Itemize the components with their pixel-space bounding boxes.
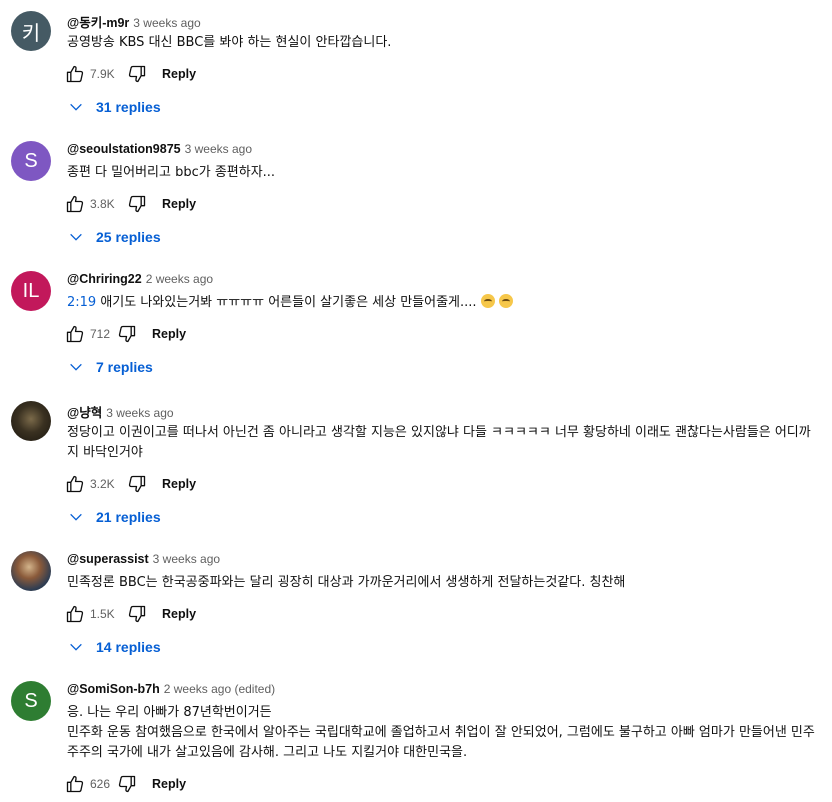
pleading-face-emoji (498, 294, 513, 308)
comment: S @seoulstation9875 3 weeks ago 종편 다 밀어버리… (0, 130, 832, 260)
reply-button[interactable]: Reply (152, 327, 186, 341)
comment-text: 공영방송 KBS 대신 BBC를 봐야 하는 현실이 안타깝습니다. (67, 35, 392, 50)
chevron-down-icon (70, 513, 82, 521)
reply-button[interactable]: Reply (162, 197, 196, 211)
pleading-face-emoji (480, 294, 495, 308)
reply-button[interactable]: Reply (152, 777, 186, 791)
avatar[interactable] (11, 551, 51, 591)
like-icon[interactable] (64, 323, 86, 345)
reply-button[interactable]: Reply (162, 607, 196, 621)
comment-time[interactable]: 2 weeks ago (edited) (164, 682, 275, 696)
replies-count-label: 21 replies (96, 509, 161, 525)
view-replies-button[interactable]: 14 replies (68, 636, 161, 658)
comment-author[interactable]: @동키-m9r (67, 16, 129, 30)
comment-header: @superassist 3 weeks ago (67, 552, 220, 566)
comment-actions: 7.9K Reply (64, 62, 196, 86)
view-replies-button[interactable]: 21 replies (68, 506, 161, 528)
like-icon[interactable] (64, 63, 86, 85)
comment-actions: 626 Reply (64, 772, 186, 796)
comment-time[interactable]: 3 weeks ago (153, 552, 220, 566)
like-icon[interactable] (64, 773, 86, 795)
like-icon[interactable] (64, 603, 86, 625)
comment-text: 민족정론 BBC는 한국공중파와는 달리 굉장히 대상과 가까운거리에서 생생하… (67, 575, 626, 590)
comment-author[interactable]: @냥혁 (67, 406, 102, 420)
reply-button[interactable]: Reply (162, 67, 196, 81)
comment-header: @seoulstation9875 3 weeks ago (67, 142, 252, 156)
comment-actions: 1.5K Reply (64, 602, 196, 626)
comment-text: 2:19 애기도 나와있는거봐 ㅠㅠㅠㅠ 어른들이 살기좋은 세상 만들어줄게.… (67, 293, 822, 313)
chevron-down-icon (70, 643, 82, 651)
comment-text: 정당이고 이권이고를 떠나서 아닌건 좀 아니라고 생각할 지능은 있지않냐 다… (67, 425, 811, 460)
comment-header: @SomiSon-b7h 2 weeks ago (edited) (67, 682, 275, 696)
timestamp-link[interactable]: 2:19 (67, 295, 96, 310)
comment-text: 응. 나는 우리 아빠가 87년학번이거든 민주화 운동 참여했음으로 한국에서… (67, 705, 815, 760)
comment-header: @Chriring22 2 weeks ago (67, 272, 213, 286)
chevron-down-icon (70, 233, 82, 241)
comment-author[interactable]: @superassist (67, 552, 149, 566)
view-replies-button[interactable]: 31 replies (68, 96, 161, 118)
comment-author[interactable]: @SomiSon-b7h (67, 682, 160, 696)
avatar[interactable]: S (11, 681, 51, 721)
comment-actions: 3.2K Reply (64, 472, 196, 496)
like-icon[interactable] (64, 193, 86, 215)
avatar[interactable] (11, 401, 51, 441)
comment-actions: 3.8K Reply (64, 192, 196, 216)
dislike-icon[interactable] (116, 773, 138, 795)
comment-header: @동키-m9r 3 weeks ago (67, 12, 201, 31)
like-count: 626 (90, 777, 111, 791)
like-count: 7.9K (90, 67, 115, 81)
comment-time[interactable]: 3 weeks ago (106, 406, 173, 420)
like-count: 3.2K (90, 477, 115, 491)
chevron-down-icon (70, 103, 82, 111)
comment-author[interactable]: @seoulstation9875 (67, 142, 181, 156)
comment-time[interactable]: 2 weeks ago (146, 272, 213, 286)
dislike-icon[interactable] (126, 603, 148, 625)
comment: S @SomiSon-b7h 2 weeks ago (edited) 응. 나는… (0, 670, 832, 800)
dislike-icon[interactable] (126, 473, 148, 495)
view-replies-button[interactable]: 25 replies (68, 226, 161, 248)
comment: IL @Chriring22 2 weeks ago 2:19 애기도 나와있는거… (0, 260, 832, 390)
avatar[interactable]: 키 (11, 11, 51, 51)
comment: @superassist 3 weeks ago 민족정론 BBC는 한국공중파와… (0, 540, 832, 670)
like-count: 3.8K (90, 197, 115, 211)
like-count: 712 (90, 327, 111, 341)
like-count: 1.5K (90, 607, 115, 621)
replies-count-label: 14 replies (96, 639, 161, 655)
comment-header: @냥혁 3 weeks ago (67, 402, 174, 421)
comment-text-body: 애기도 나와있는거봐 ㅠㅠㅠㅠ 어른들이 살기좋은 세상 만들어줄게.... (96, 295, 477, 310)
avatar[interactable]: IL (11, 271, 51, 311)
like-icon[interactable] (64, 473, 86, 495)
comment-text: 종편 다 밀어버리고 bbc가 종편하자... (67, 165, 276, 180)
reply-button[interactable]: Reply (162, 477, 196, 491)
dislike-icon[interactable] (126, 63, 148, 85)
replies-count-label: 31 replies (96, 99, 161, 115)
chevron-down-icon (70, 363, 82, 371)
comment-time[interactable]: 3 weeks ago (133, 16, 200, 30)
dislike-icon[interactable] (116, 323, 138, 345)
comment: 키 @동키-m9r 3 weeks ago 공영방송 KBS 대신 BBC를 봐야… (0, 0, 832, 130)
replies-count-label: 7 replies (96, 359, 153, 375)
replies-count-label: 25 replies (96, 229, 161, 245)
comment-actions: 712 Reply (64, 322, 186, 346)
view-replies-button[interactable]: 7 replies (68, 356, 153, 378)
comment-time[interactable]: 3 weeks ago (185, 142, 252, 156)
avatar[interactable]: S (11, 141, 51, 181)
dislike-icon[interactable] (126, 193, 148, 215)
comment: @냥혁 3 weeks ago 정당이고 이권이고를 떠나서 아닌건 좀 아니라고… (0, 390, 832, 540)
comment-author[interactable]: @Chriring22 (67, 272, 142, 286)
